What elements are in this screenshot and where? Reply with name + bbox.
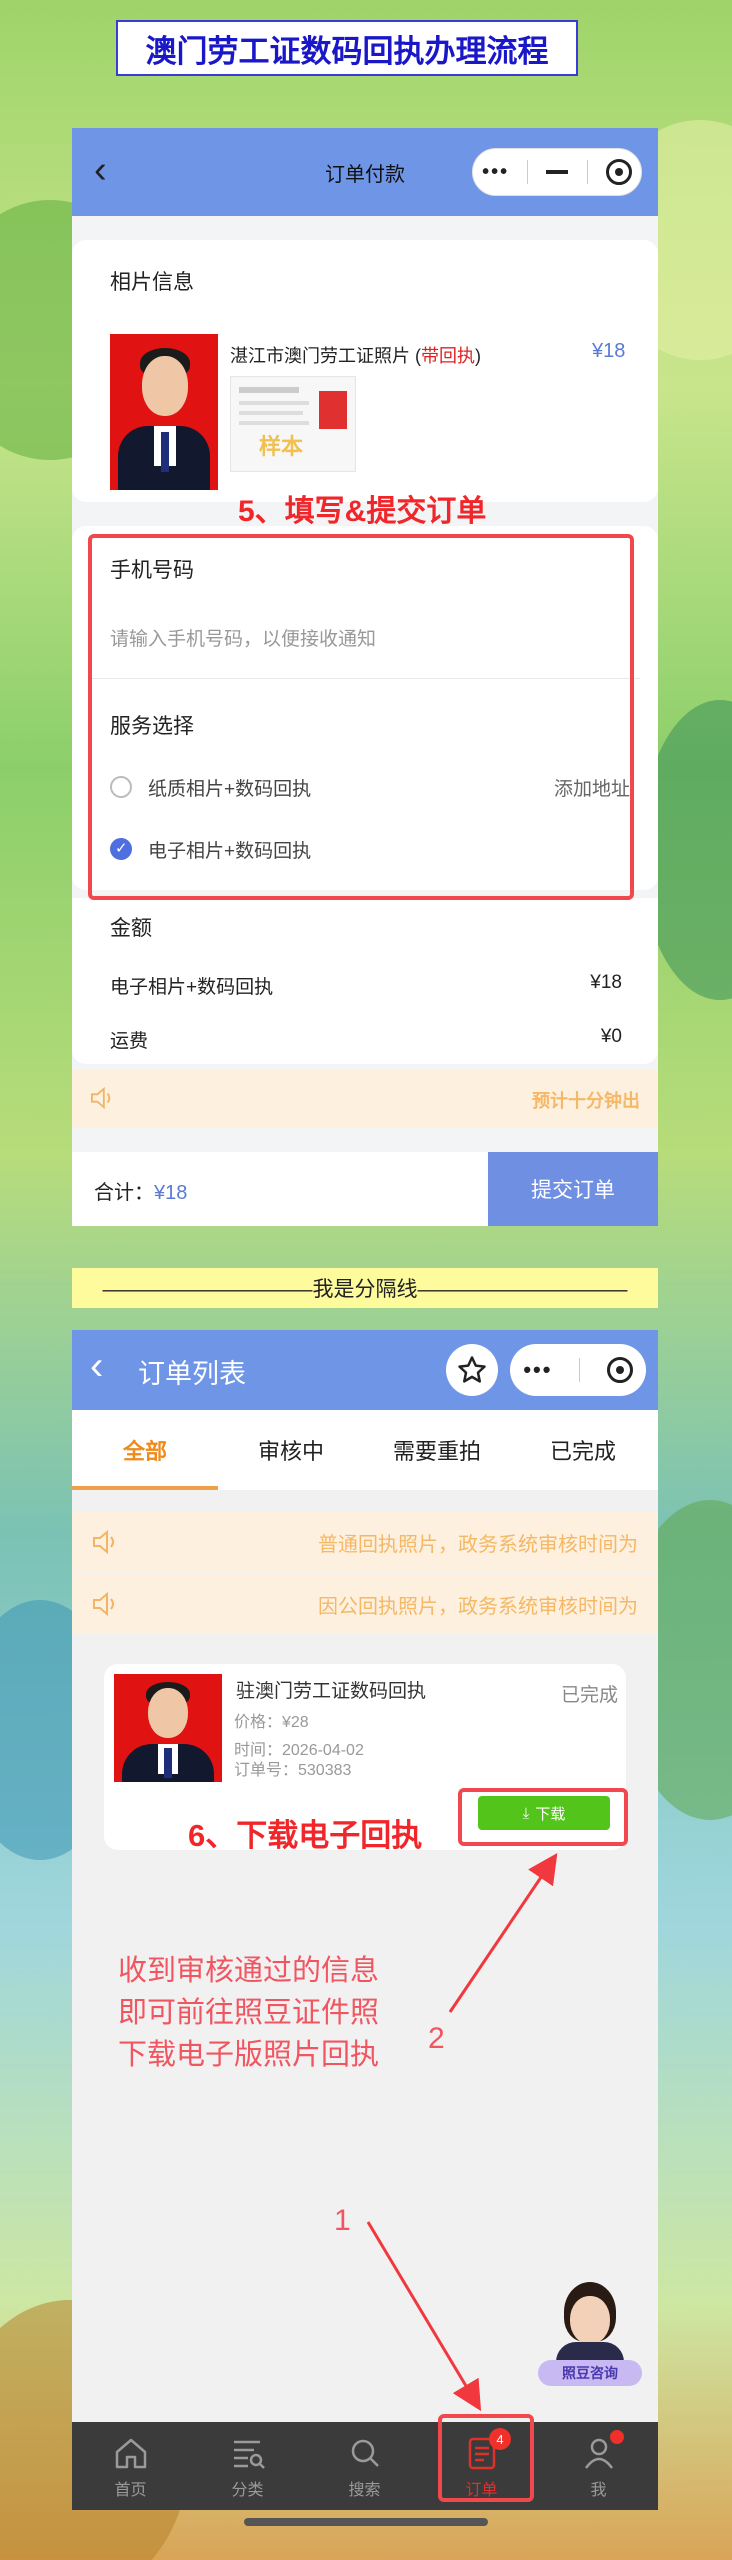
orders-tab-highlight-box bbox=[438, 2414, 534, 2502]
annotation-arrows bbox=[366, 1853, 558, 2412]
